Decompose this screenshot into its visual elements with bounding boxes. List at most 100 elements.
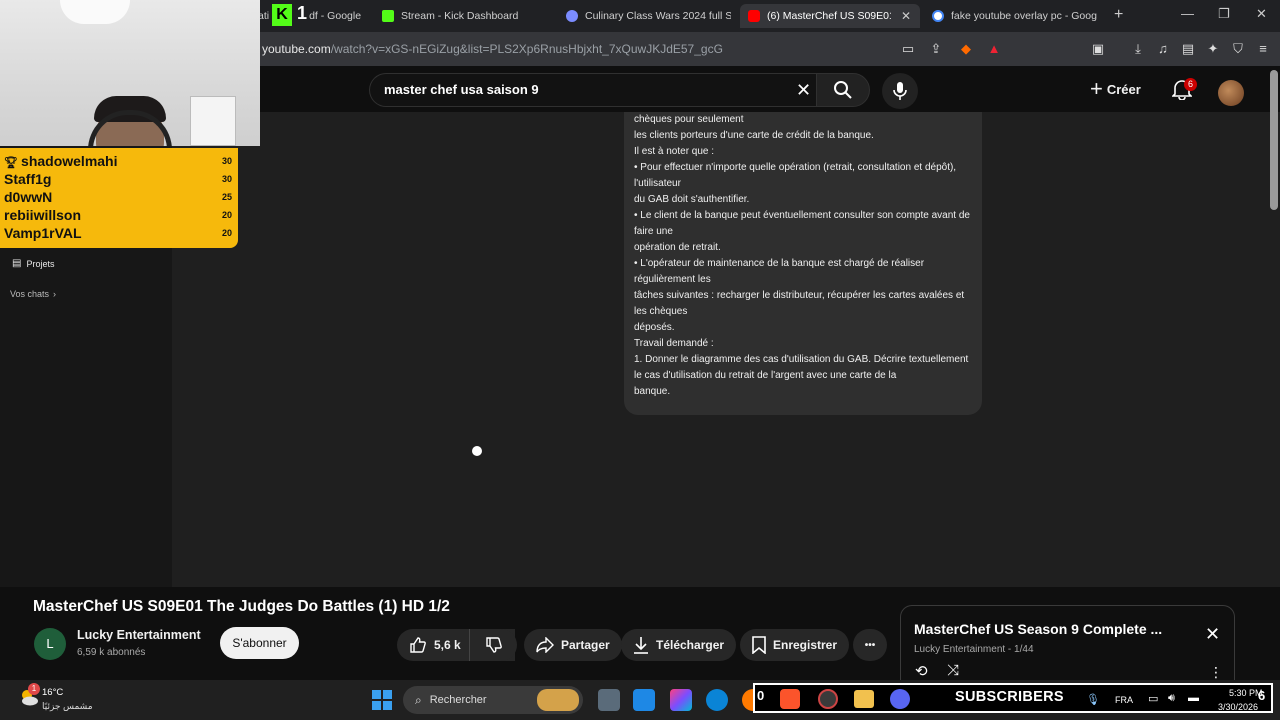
sidebar-toggle-icon[interactable]: ▣ bbox=[1090, 41, 1106, 57]
notification-count-badge: 6 bbox=[1184, 78, 1198, 91]
menu-icon[interactable]: ≡ bbox=[1255, 41, 1271, 57]
playlist-title[interactable]: MasterChef US Season 9 Complete ... bbox=[914, 621, 1162, 637]
language-indicator[interactable]: FRA bbox=[1115, 695, 1133, 705]
brave-rewards-icon[interactable]: ▲ bbox=[986, 41, 1002, 57]
leaderboard-name: Staff1g bbox=[4, 171, 52, 187]
discord-app-icon[interactable] bbox=[890, 689, 910, 709]
windows-start-icon[interactable] bbox=[372, 690, 392, 715]
leaderboard-row: d0wwN 25 bbox=[4, 188, 234, 206]
copilot-app-icon[interactable] bbox=[670, 689, 692, 711]
wallet-icon[interactable]: ▤ bbox=[1180, 41, 1196, 57]
leaderboard-value: 30 bbox=[221, 156, 232, 166]
ai-sparkle-icon[interactable]: ✦ bbox=[1205, 41, 1221, 57]
playlist-subtitle: Lucky Entertainment - 1/44 bbox=[914, 644, 1034, 655]
tab-label: Culinary Class Wars 2024 full Se bbox=[585, 10, 731, 22]
search-icon bbox=[834, 81, 852, 99]
voice-search-button[interactable] bbox=[882, 73, 918, 109]
leaderboard-value: 20 bbox=[221, 228, 232, 238]
tab-masterchef-active[interactable]: (6) MasterChef US S09E01 T ✕ bbox=[740, 4, 920, 28]
cast-icon[interactable]: ▭ bbox=[900, 41, 916, 57]
shuffle-icon[interactable]: ⤨ bbox=[947, 662, 959, 679]
subscribers-count-right: 6 bbox=[1258, 688, 1266, 703]
brave-app-icon[interactable] bbox=[780, 689, 800, 709]
music-icon[interactable]: ♫ bbox=[1155, 41, 1171, 57]
search-value: master chef usa saison 9 bbox=[384, 82, 539, 97]
task-view-icon[interactable] bbox=[598, 689, 620, 711]
leaderboard-value: 30 bbox=[221, 174, 232, 184]
tab-kick-dashboard[interactable]: Stream - Kick Dashboard bbox=[382, 4, 552, 28]
trophy-icon: 🏆︎ bbox=[4, 157, 22, 169]
playlist-menu-icon[interactable]: ⋮ bbox=[1209, 664, 1223, 681]
taskbar-search[interactable]: ⌕ Rechercher bbox=[403, 686, 583, 714]
scrollbar[interactable] bbox=[1270, 70, 1278, 210]
download-button[interactable]: Télécharger bbox=[621, 629, 737, 661]
tab-label: df - Google bbox=[309, 10, 362, 22]
maximize-icon[interactable]: ❐ bbox=[1218, 6, 1230, 22]
thumbs-up-icon bbox=[410, 637, 426, 653]
brave-shield-icon[interactable]: ◆ bbox=[958, 41, 974, 57]
leaderboard-value: 20 bbox=[221, 210, 232, 220]
microphone-tray-icon[interactable]: 🎙︎ bbox=[1086, 693, 1100, 706]
share-label: Partager bbox=[561, 638, 610, 652]
clear-search-icon[interactable]: ✕ bbox=[796, 80, 811, 101]
subscriber-count: 6,59 k abonnés bbox=[77, 647, 146, 658]
plus-icon: + bbox=[1090, 76, 1103, 101]
url-text[interactable]: youtube.com/watch?v=xGS-nEGiZug&list=PLS… bbox=[262, 42, 723, 56]
sidebar-item-label: Projets bbox=[26, 258, 55, 269]
obs-app-icon[interactable] bbox=[818, 689, 838, 709]
weather-condition: مشمس جزئيًا bbox=[42, 701, 93, 711]
minimize-icon[interactable]: — bbox=[1181, 6, 1194, 21]
close-window-icon[interactable]: ✕ bbox=[1256, 6, 1267, 22]
channel-name[interactable]: Lucky Entertainment bbox=[77, 628, 201, 642]
account-avatar[interactable] bbox=[1218, 80, 1244, 106]
cursor-dot bbox=[472, 446, 482, 456]
photoshop-app-icon[interactable] bbox=[633, 689, 655, 711]
leaderboard-row: Vamp1rVAL 20 bbox=[4, 224, 234, 242]
volume-icon[interactable]: 🔊︎ bbox=[1168, 692, 1175, 705]
battery-icon[interactable]: ▬ bbox=[1188, 692, 1199, 704]
tab-culinary-class-wars[interactable]: Culinary Class Wars 2024 full Se bbox=[566, 4, 731, 28]
leaderboard-row: rebiiwillson 20 bbox=[4, 206, 234, 224]
file-explorer-icon[interactable] bbox=[854, 690, 874, 708]
weather-badge: 1 bbox=[28, 683, 40, 695]
download-icon[interactable]: ⤓ bbox=[1130, 41, 1146, 57]
chat-message-bubble: chèques pour seulement les clients porte… bbox=[624, 112, 982, 415]
leaderboard-name: Vamp1rVAL bbox=[4, 225, 82, 241]
channel-avatar[interactable]: L bbox=[34, 628, 66, 660]
kick-counter: 1 bbox=[297, 3, 308, 23]
playlist-panel: MasterChef US Season 9 Complete ... Luck… bbox=[900, 605, 1235, 685]
sidebar-item-label: Vos chats bbox=[10, 289, 50, 299]
create-button[interactable]: + Créer bbox=[1090, 76, 1141, 102]
create-label: Créer bbox=[1106, 81, 1141, 97]
vpn-icon[interactable]: ⛉ bbox=[1230, 41, 1246, 57]
tab-fake-youtube-overlay[interactable]: fake youtube overlay pc - Googl bbox=[932, 4, 1097, 28]
google-favicon-icon bbox=[932, 10, 944, 22]
clock-date[interactable]: 3/30/2026 bbox=[1218, 702, 1258, 712]
share-button[interactable]: Partager bbox=[524, 629, 622, 661]
save-button[interactable]: Enregistrer bbox=[740, 629, 850, 661]
network-icon[interactable]: ▭ bbox=[1148, 692, 1158, 705]
close-tab-icon[interactable]: ✕ bbox=[901, 9, 911, 23]
search-button[interactable] bbox=[816, 73, 870, 107]
loop-icon[interactable]: ⟲ bbox=[915, 662, 928, 680]
subscribers-label: SUBSCRIBERS bbox=[955, 689, 1064, 705]
share-page-icon[interactable]: ⇪ bbox=[928, 41, 944, 57]
sidebar-item-projects[interactable]: ▤ Projets bbox=[12, 258, 54, 269]
dislike-button[interactable] bbox=[469, 629, 517, 661]
more-actions-button[interactable]: ••• bbox=[853, 629, 887, 661]
download-arrow-icon bbox=[634, 637, 648, 654]
youtube-favicon-icon bbox=[748, 10, 760, 22]
close-playlist-icon[interactable]: ✕ bbox=[1205, 624, 1220, 645]
subscribers-count-left: 0 bbox=[757, 688, 765, 703]
new-tab-icon[interactable]: + bbox=[1114, 6, 1123, 24]
edge-app-icon[interactable] bbox=[706, 689, 728, 711]
tab-label: (6) MasterChef US S09E01 T bbox=[767, 10, 891, 22]
windows-logo bbox=[372, 690, 392, 710]
search-input[interactable]: master chef usa saison 9 ✕ bbox=[369, 73, 816, 107]
chat-message-text: chèques pour seulement les clients porte… bbox=[634, 114, 970, 397]
sidebar-item-your-chats[interactable]: Vos chats › bbox=[10, 289, 56, 299]
subscribe-button[interactable]: S'abonner bbox=[220, 627, 299, 659]
kick-logo-icon: K bbox=[272, 4, 292, 26]
ceiling-lamp bbox=[60, 0, 130, 24]
leaderboard-name-1: 🏆︎ shadowelmahi bbox=[4, 153, 118, 169]
